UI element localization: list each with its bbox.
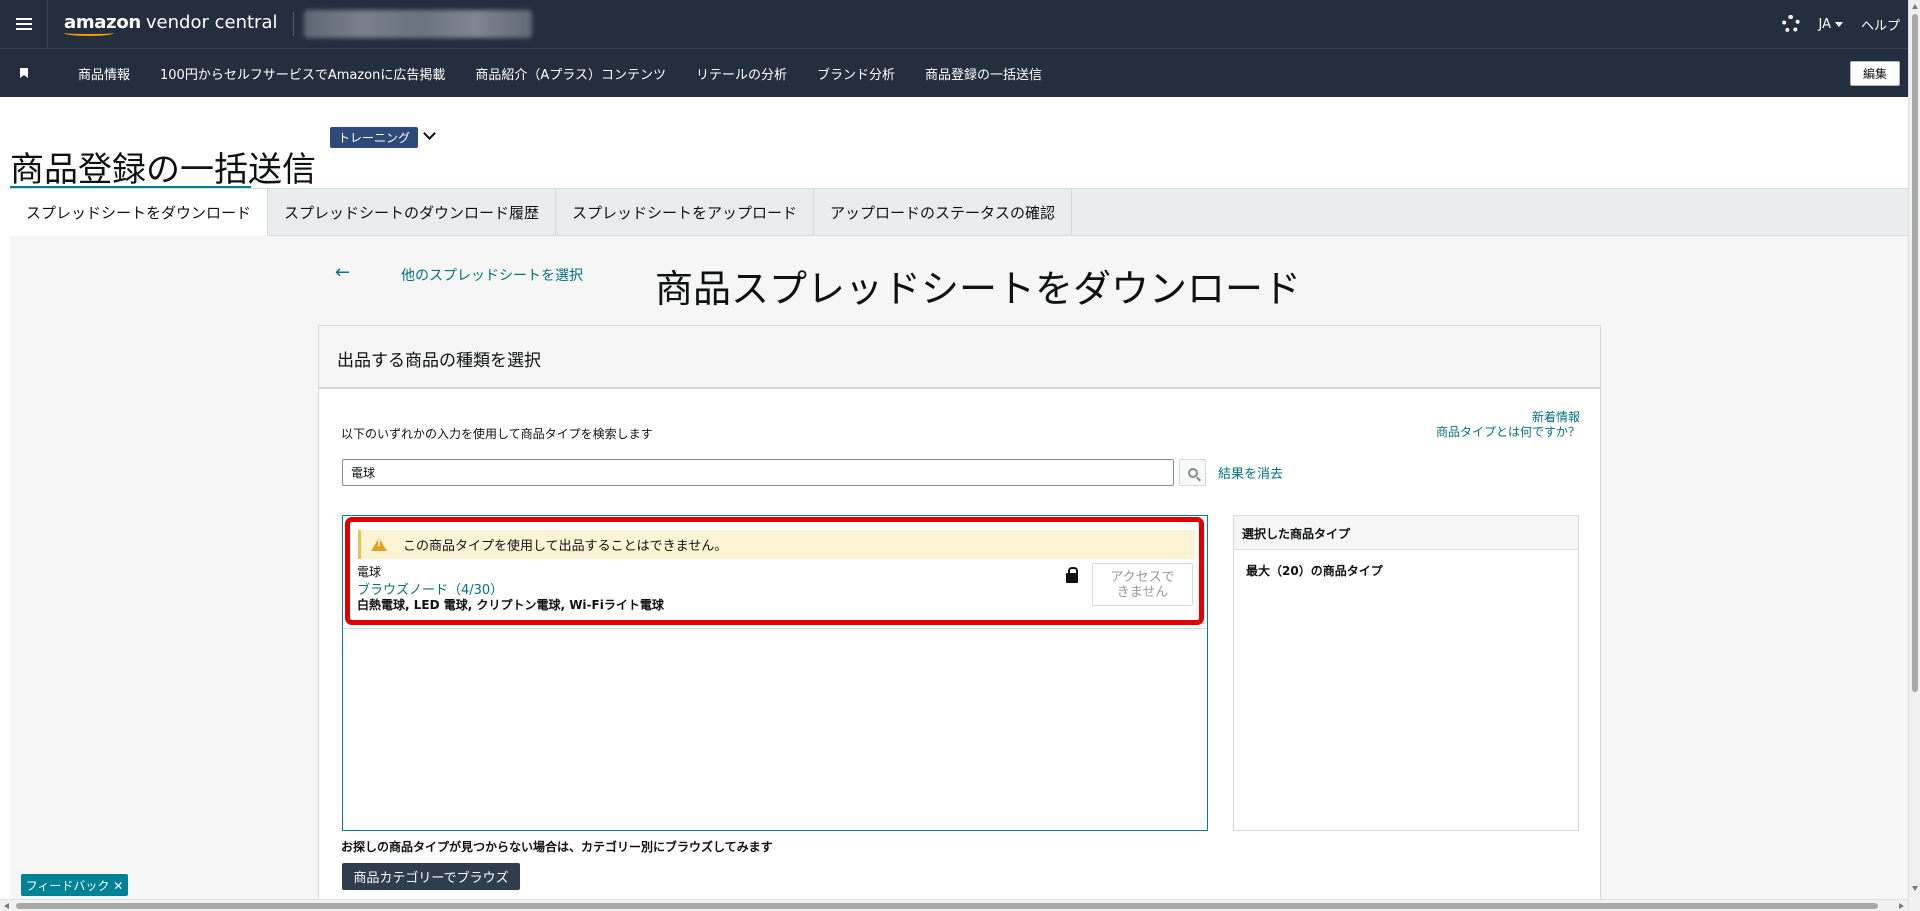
training-badge[interactable]: トレーニング — [330, 127, 419, 148]
nav-item-retail-analytics[interactable]: リテールの分析 — [696, 64, 787, 83]
tab-download-history[interactable]: スプレッドシートのダウンロード履歴 — [268, 189, 557, 235]
top-header: amazon vendor central JA ヘルプ — [0, 0, 1908, 48]
search-results-list: この商品タイプを使用して出品することはできません。 電球 ブラウズノード（4/3… — [342, 515, 1208, 831]
product-type-name: 電球 — [357, 565, 382, 579]
lock-icon — [1066, 567, 1078, 583]
caret-down-icon — [1834, 21, 1843, 27]
product-type-search-input[interactable]: 電球 — [342, 459, 1174, 486]
warning-icon — [371, 538, 387, 551]
nav-item-advertising[interactable]: 100円からセルフサービスでAmazonに広告掲載 — [160, 64, 445, 83]
account-selector[interactable] — [304, 10, 533, 38]
tab-upload-spreadsheet[interactable]: スプレッドシートをアップロード — [556, 189, 815, 235]
search-icon — [1187, 467, 1198, 478]
main-title: 商品スプレッドシートをダウンロード — [655, 267, 1302, 311]
bookmark-icon[interactable] — [0, 68, 48, 78]
header-divider — [293, 12, 295, 36]
tab-bar: スプレッドシートをダウンロード スプレッドシートのダウンロード履歴 スプレッドシ… — [10, 188, 1908, 236]
help-links: 新着情報 商品タイプとは何ですか？ — [1436, 410, 1580, 440]
edit-button[interactable]: 編集 — [1849, 60, 1900, 86]
whats-new-link[interactable]: 新着情報 — [1436, 410, 1580, 425]
language-selector[interactable]: JA — [1818, 17, 1843, 32]
select-other-spreadsheet-link[interactable]: 他のスプレッドシートを選択 — [401, 265, 583, 285]
not-found-hint: お探しの商品タイプが見つからない場合は、カテゴリー別にブラウズしてみます — [341, 840, 773, 854]
horizontal-scrollbar[interactable] — [0, 899, 1908, 911]
product-type-description: 白熱電球, LED 電球, クリプトン電球, Wi-Fiライト電球 — [357, 598, 664, 612]
selected-max-text: 最大（20）の商品タイプ — [1246, 564, 1383, 578]
list-item[interactable]: この商品タイプを使用して出品することはできません。 電球 ブラウズノード（4/3… — [343, 516, 1207, 629]
help-link[interactable]: ヘルプ — [1861, 15, 1900, 34]
nav-item-product-info[interactable]: 商品情報 — [78, 64, 130, 83]
smile-icon — [64, 30, 114, 36]
panel-title: 出品する商品の種類を選択 — [319, 326, 1600, 389]
gear-icon[interactable] — [1782, 15, 1801, 33]
selected-header: 選択した商品タイプ — [1234, 516, 1578, 550]
selected-product-types-panel: 選択した商品タイプ 最大（20）の商品タイプ — [1233, 515, 1579, 831]
back-arrow-icon[interactable]: ← — [335, 262, 350, 283]
warning-alert: この商品タイプを使用して出品することはできません。 — [358, 530, 1195, 559]
vertical-scrollbar[interactable] — [1908, 0, 1920, 911]
access-unavailable-button: アクセスで きません — [1092, 563, 1193, 606]
nav-bar: 商品情報 100円からセルフサービスでAmazonに広告掲載 商品紹介（Aプラス… — [0, 48, 1908, 97]
nav-item-aplus-content[interactable]: 商品紹介（Aプラス）コンテンツ — [475, 64, 666, 83]
browse-by-category-button[interactable]: 商品カテゴリーでブラウズ — [342, 863, 520, 890]
chevron-down-icon[interactable] — [423, 127, 436, 140]
clear-results-link[interactable]: 結果を消去 — [1218, 463, 1283, 482]
tab-download-spreadsheet[interactable]: スプレッドシートをダウンロード — [10, 189, 269, 236]
what-is-product-type-link[interactable]: 商品タイプとは何ですか？ — [1436, 425, 1580, 440]
search-hint: 以下のいずれかの入力を使用して商品タイプを検索します — [341, 427, 653, 441]
amazon-vendor-central-logo[interactable]: amazon vendor central — [64, 12, 277, 36]
nav-item-brand-analytics[interactable]: ブランド分析 — [817, 64, 895, 83]
warning-text: この商品タイプを使用して出品することはできません。 — [403, 539, 728, 554]
nav-item-bulk-upload[interactable]: 商品登録の一括送信 — [925, 64, 1042, 83]
tab-upload-status[interactable]: アップロードのステータスの確認 — [814, 189, 1073, 235]
feedback-button[interactable]: フィードバック ✕ — [21, 874, 128, 896]
menu-icon[interactable] — [0, 0, 48, 48]
page-title: 商品登録の一括送信 — [10, 150, 316, 190]
search-button[interactable] — [1179, 459, 1206, 486]
